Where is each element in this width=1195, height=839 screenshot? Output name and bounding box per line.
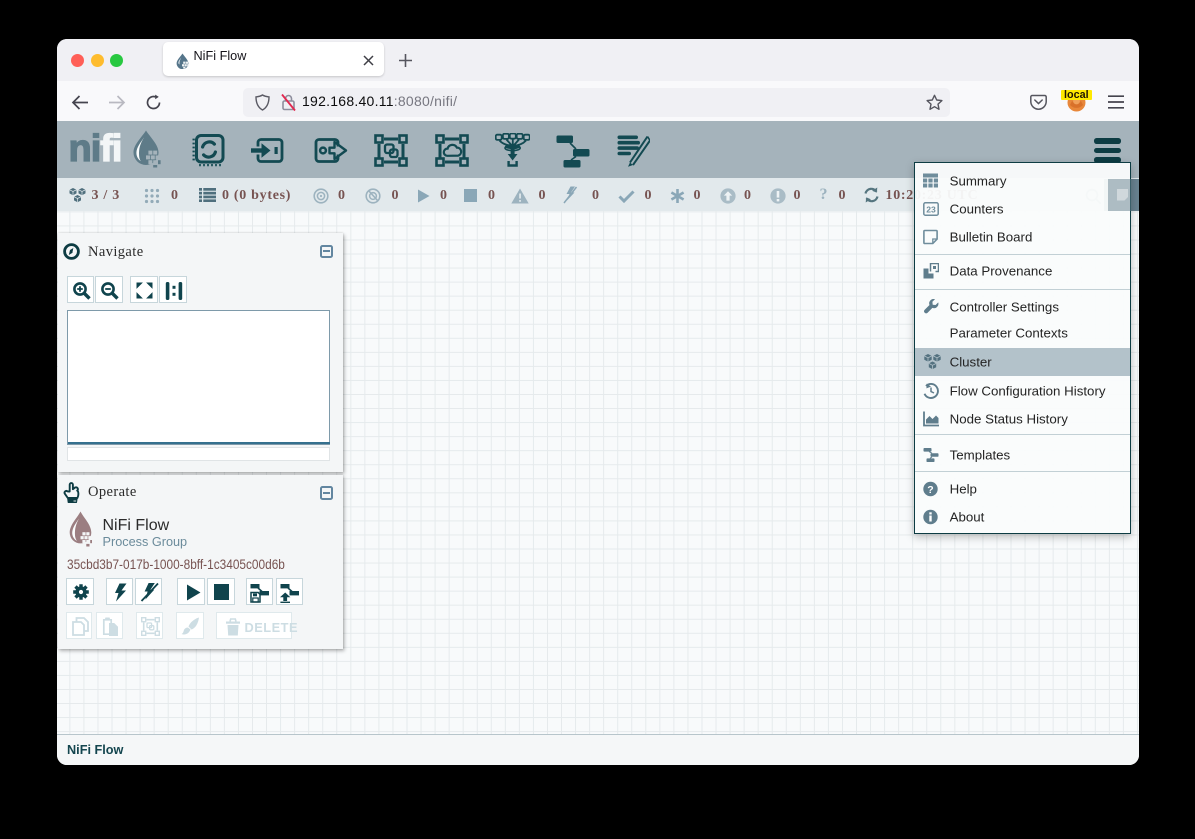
svg-text:23: 23: [926, 205, 936, 215]
svg-text:?: ?: [927, 484, 933, 496]
